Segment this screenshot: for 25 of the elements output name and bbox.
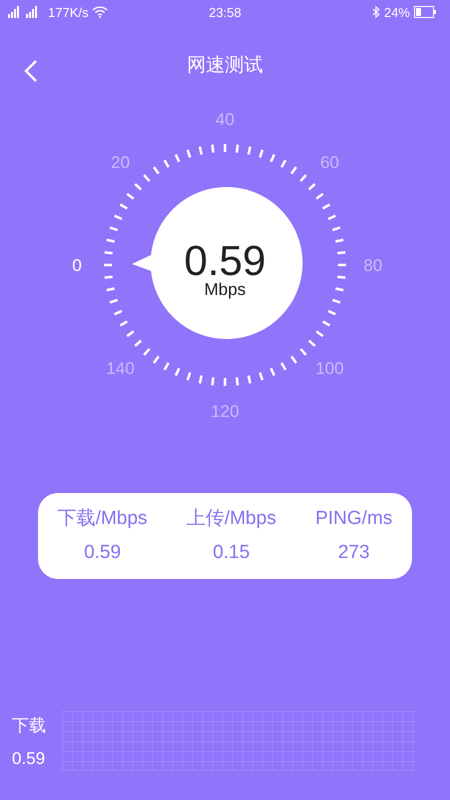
result-label: 上传/Mbps (186, 507, 276, 531)
gauge-label: 0 (72, 256, 82, 275)
page-title: 网速测试 (187, 54, 263, 78)
clock: 23:58 (208, 4, 242, 20)
gauge-label: 80 (364, 256, 382, 275)
back-icon (24, 59, 38, 83)
result-value: 273 (338, 541, 370, 565)
network-speed: 177K/s (48, 4, 88, 20)
graph-value: 0.59 (12, 748, 46, 768)
bluetooth-icon (372, 6, 380, 18)
graph-label: 下载 (12, 714, 47, 736)
battery-percent: 24% (384, 4, 410, 20)
gauge-label: 40 (216, 110, 234, 129)
result-value: 0.59 (84, 541, 121, 565)
result-label: PING/ms (315, 507, 392, 531)
gauge-label: 20 (110, 152, 130, 172)
battery-icon (414, 6, 436, 18)
wifi-icon (92, 6, 108, 18)
result-value: 0.15 (212, 541, 250, 565)
result-label: 下载/Mbps (58, 507, 148, 531)
gauge-label: 140 (106, 359, 135, 378)
gauge-label: 100 (315, 359, 344, 378)
back-button[interactable] (24, 59, 38, 83)
gauge-label: 60 (320, 152, 340, 172)
gauge-label: 120 (210, 402, 240, 421)
